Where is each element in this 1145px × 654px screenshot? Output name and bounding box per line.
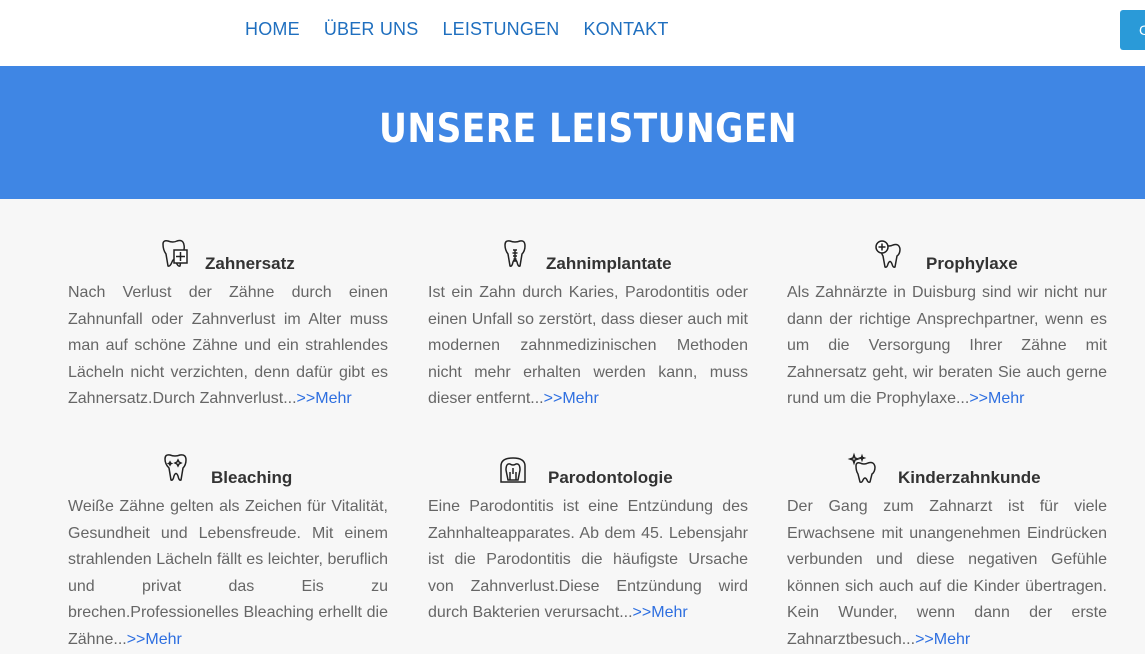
service-card-zahnimplantate: Zahnimplantate Ist ein Zahn durch Karies…	[428, 238, 748, 413]
service-title: Bleaching	[211, 468, 293, 487]
gum-icon	[497, 452, 529, 484]
tooth-plus-icon	[159, 238, 191, 270]
service-card-bleaching: Bleaching Weiße Zähne gelten als Zeichen…	[68, 452, 388, 654]
service-text: Als Zahnärzte in Duisburg sind wir nicht…	[787, 284, 1107, 408]
service-description: Nach Verlust der Zähne durch einen Zahnu…	[68, 280, 388, 413]
service-card-parodontologie: Parodontologie Eine Parodontitis ist ein…	[428, 452, 748, 627]
service-title: Kinderzahnkunde	[898, 468, 1041, 487]
service-title: Parodontologie	[548, 468, 673, 487]
more-link[interactable]: >>Mehr	[544, 390, 599, 407]
nav-kontakt[interactable]: KONTAKT	[583, 19, 668, 40]
hero-banner: UNSERE LEISTUNGEN	[0, 66, 1145, 199]
service-title: Prophylaxe	[926, 254, 1018, 273]
service-card-kinderzahnkunde: Kinderzahnkunde Der Gang zum Zahnarzt is…	[787, 452, 1107, 654]
service-card-prophylaxe: Prophylaxe Als Zahnärzte in Duisburg sin…	[787, 238, 1107, 413]
tooth-shine-icon	[160, 452, 192, 484]
main-nav: HOME ÜBER UNS LEISTUNGEN KONTAKT	[245, 19, 669, 40]
nav-ueber-uns[interactable]: ÜBER UNS	[324, 19, 419, 40]
more-link[interactable]: >>Mehr	[633, 604, 688, 621]
cta-button[interactable]: C	[1120, 10, 1145, 50]
service-card-zahnersatz: Zahnersatz Nach Verlust der Zähne durch …	[68, 238, 388, 413]
service-description: Als Zahnärzte in Duisburg sind wir nicht…	[787, 280, 1107, 413]
more-link[interactable]: >>Mehr	[127, 631, 182, 648]
service-description: Weiße Zähne gelten als Zeichen für Vital…	[68, 494, 388, 654]
service-text: Der Gang zum Zahnarzt ist für viele Erwa…	[787, 498, 1107, 648]
tooth-implant-icon	[499, 238, 531, 270]
service-text: Weiße Zähne gelten als Zeichen für Vital…	[68, 498, 388, 648]
service-text: Nach Verlust der Zähne durch einen Zahnu…	[68, 284, 388, 408]
nav-leistungen[interactable]: LEISTUNGEN	[442, 19, 559, 40]
tooth-sparkle-icon	[847, 452, 879, 484]
service-description: Ist ein Zahn durch Karies, Parodontitis …	[428, 280, 748, 413]
more-link[interactable]: >>Mehr	[297, 390, 352, 407]
nav-home[interactable]: HOME	[245, 19, 300, 40]
tooth-care-icon	[873, 238, 905, 270]
header-bar: HOME ÜBER UNS LEISTUNGEN KONTAKT C	[0, 0, 1145, 66]
service-title: Zahnimplantate	[546, 254, 672, 273]
service-description: Eine Parodontitis ist eine Entzündung de…	[428, 494, 748, 627]
service-description: Der Gang zum Zahnarzt ist für viele Erwa…	[787, 494, 1107, 654]
service-text: Ist ein Zahn durch Karies, Parodontitis …	[428, 284, 748, 408]
service-text: Eine Parodontitis ist eine Entzündung de…	[428, 498, 748, 622]
page-title: UNSERE LEISTUNGEN	[379, 106, 797, 152]
service-title: Zahnersatz	[205, 254, 295, 273]
more-link[interactable]: >>Mehr	[969, 390, 1024, 407]
more-link[interactable]: >>Mehr	[915, 631, 970, 648]
